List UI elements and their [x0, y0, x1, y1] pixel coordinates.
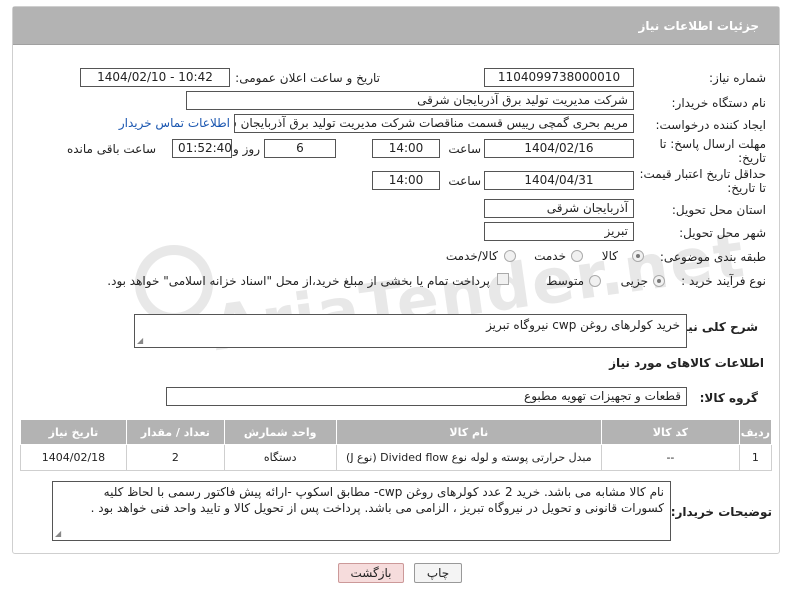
process-minor-radio[interactable] — [653, 275, 665, 287]
category-label: طبقه بندی موضوعی: — [659, 250, 766, 264]
cell-date: 1404/02/18 — [20, 444, 127, 471]
category-goods-radio[interactable] — [632, 250, 644, 262]
province-label: استان محل تحویل: — [671, 203, 766, 217]
description-text: خرید کولرهای روغن cwp نیروگاه تبریز — [486, 318, 680, 332]
goods-group-label: گروه کالا: — [699, 391, 758, 405]
cell-name: مبدل حرارتی پوسته و لوله نوع Divided flo… — [335, 444, 603, 471]
announce-field[interactable]: 1404/02/10 - 10:42 — [80, 68, 230, 87]
cell-qty: 2 — [125, 444, 225, 471]
price-time-label: ساعت — [448, 174, 481, 188]
col-code-header: کد کالا — [601, 419, 740, 445]
col-row-header: ردیف — [738, 419, 773, 445]
resize-handle-icon[interactable]: ◢ — [137, 337, 143, 345]
buyer-notes-label: توضیحات خریدار: — [670, 505, 772, 519]
cell-code: -- — [601, 444, 740, 471]
creator-field[interactable]: مریم بحری گمچی رییس قسمت مناقصات شرکت مد… — [234, 114, 634, 133]
process-medium-label: متوسط — [546, 274, 584, 288]
need-number-field[interactable]: 1104099738000010 — [484, 68, 634, 87]
price-validity-label: حداقل تاریخ اعتبار قیمت: — [639, 167, 766, 181]
process-minor-label: جزیی — [620, 274, 648, 288]
table-header-row: ردیف کد کالا نام کالا واحد شمارش تعداد /… — [20, 419, 773, 445]
goods-group-field[interactable]: قطعات و تجهیزات تهویه مطبوع — [166, 387, 687, 406]
col-date-header: تاریخ نیاز — [20, 419, 127, 445]
price-validity-label-2: تا تاریخ: — [727, 181, 766, 195]
category-both-label: کالا/خدمت — [445, 249, 498, 263]
treasury-payment-note: پرداخت تمام یا بخشی از مبلغ خرید،از محل … — [107, 274, 490, 288]
need-number-label: شماره نیاز: — [709, 71, 766, 85]
category-service-label: خدمت — [534, 249, 566, 263]
reply-deadline-label-2: تاریخ: — [738, 151, 766, 165]
description-textarea[interactable]: خرید کولرهای روغن cwp نیروگاه تبریز ◢ — [134, 314, 687, 348]
remaining-time-label: ساعت باقی مانده — [66, 142, 156, 156]
category-goods-label: کالا — [601, 249, 618, 263]
back-button[interactable]: بازگشت — [338, 563, 404, 583]
goods-table: ردیف کد کالا نام کالا واحد شمارش تعداد /… — [20, 419, 773, 471]
creator-label: ایجاد کننده درخواست: — [655, 118, 766, 132]
buyer-org-label: نام دستگاه خریدار: — [671, 96, 767, 110]
reply-date-field[interactable]: 1404/02/16 — [484, 139, 634, 158]
remaining-time-field[interactable]: 01:52:40 — [172, 139, 232, 158]
col-qty-header: تعداد / مقدار — [125, 419, 225, 445]
category-service-radio[interactable] — [571, 250, 583, 262]
cell-unit: دستگاه — [223, 444, 337, 471]
price-time-field[interactable]: 14:00 — [372, 171, 440, 190]
buyer-notes-textarea[interactable]: نام کالا مشابه می باشد. خرید 2 عدد کولره… — [52, 481, 671, 541]
buyer-contact-link[interactable]: اطلاعات تماس خریدار — [119, 116, 230, 130]
buyer-notes-text: نام کالا مشابه می باشد. خرید 2 عدد کولره… — [90, 485, 664, 515]
col-name-header: نام کالا — [335, 419, 603, 445]
reply-deadline-label: مهلت ارسال پاسخ: تا — [659, 137, 766, 151]
days-label: روز و — [233, 142, 260, 156]
goods-section-title: اطلاعات کالاهای مورد نیاز — [609, 356, 764, 370]
city-field[interactable]: تبریز — [484, 222, 634, 241]
reply-time-field[interactable]: 14:00 — [372, 139, 440, 158]
table-row[interactable]: 1 -- مبدل حرارتی پوسته و لوله نوع Divide… — [20, 444, 773, 471]
category-both-radio[interactable] — [504, 250, 516, 262]
city-label: شهر محل تحویل: — [679, 226, 766, 240]
process-label: نوع فرآیند خرید : — [681, 274, 766, 288]
col-unit-header: واحد شمارش — [223, 419, 337, 445]
price-date-field[interactable]: 1404/04/31 — [484, 171, 634, 190]
reply-time-label: ساعت — [448, 142, 481, 156]
treasury-payment-checkbox[interactable] — [497, 273, 509, 285]
announce-label: تاریخ و ساعت اعلان عمومی: — [235, 71, 380, 85]
process-medium-radio[interactable] — [589, 275, 601, 287]
days-field[interactable]: 6 — [264, 139, 336, 158]
print-button[interactable]: چاپ — [414, 563, 462, 583]
province-field[interactable]: آذربایجان شرقی — [484, 199, 634, 218]
resize-handle-icon[interactable]: ◢ — [55, 530, 61, 538]
cell-row: 1 — [738, 444, 773, 471]
buyer-org-field[interactable]: شرکت مدیریت تولید برق آذربایجان شرقی — [186, 91, 634, 110]
panel-header: جزئیات اطلاعات نیاز — [13, 7, 779, 45]
panel-title: جزئیات اطلاعات نیاز — [638, 19, 759, 33]
